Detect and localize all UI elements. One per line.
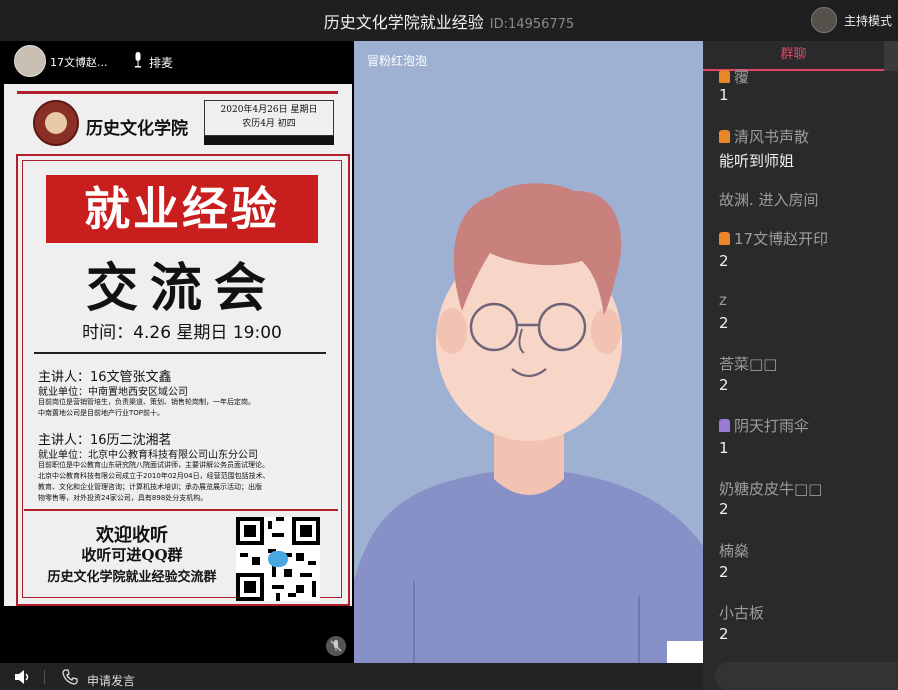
- host-avatar: [810, 7, 837, 33]
- poster-divider: [34, 352, 326, 354]
- tab-side[interactable]: [884, 41, 898, 71]
- chat-message-text: 2: [719, 500, 729, 518]
- speaker1-desc: 中南置地公司是目前地产行业TOP前十。: [38, 409, 165, 417]
- chat-sender-name: 䨱: [734, 68, 750, 86]
- speaker-panel: 17文博赵... 排麦 历史文化学院 2020年4月26日 星期日 农历4月 初…: [0, 41, 354, 663]
- chat-sender-name: 荅菜□□: [719, 355, 778, 373]
- chat-message-sender: 小古板: [719, 602, 764, 623]
- chat-message-sender: 楠燊: [719, 540, 749, 561]
- chat-sender-name: 奶糖皮皮牛□□: [719, 480, 823, 498]
- poster-bottom-divider: [24, 509, 338, 511]
- chat-message-sender: z: [719, 291, 727, 309]
- school-seal-icon: [33, 100, 79, 146]
- chat-message-sender: 清风书声散: [719, 126, 809, 147]
- mic-muted-icon[interactable]: [326, 636, 346, 656]
- chat-sender-name: 阴天打雨伞: [734, 417, 810, 435]
- chat-message-sender: 奶糖皮皮牛□□: [719, 478, 822, 499]
- chat-message-text: 能听到师姐: [719, 152, 795, 170]
- chat-sender-name: 故渊. 进入房间: [719, 191, 819, 209]
- poster-group-name: 历史文化学院就业经验交流群: [47, 570, 217, 585]
- poster-qq-note: 收听可进QQ群: [81, 546, 183, 564]
- host-mode-label: 主持模式: [843, 13, 892, 28]
- room-id: ID:14956775: [489, 17, 575, 32]
- host-mode-button[interactable]: 主持模式: [810, 7, 892, 33]
- user-badge-icon: [719, 70, 730, 83]
- speaker2-desc: 目前职位是中公教育山东研究院八院面试讲师，主要讲解公务员面试理论。: [38, 461, 269, 469]
- user-avatar-illustration: [354, 183, 703, 663]
- speaker-bar: 17文博赵... 排麦: [0, 41, 354, 82]
- chat-message-sender: 故渊. 进入房间: [719, 189, 819, 210]
- speaker2-unit: 就业单位：北京中公教育科技有限公司山东分公司: [38, 450, 258, 461]
- speaker2-desc: 物零售等，对外投资24家公司，具有898处分支机构。: [38, 494, 208, 502]
- chat-message-sender: 阴天打雨伞: [719, 415, 809, 436]
- speaker2-desc: 教育、文化和企业管理咨询；计算机技术培训；承办展览展示活动；出版: [38, 483, 262, 491]
- speaker2-desc: 北京中公教育科技有限公司成立于2010年02月04日，经营范围包括技术、: [38, 472, 270, 480]
- microphone-icon: [135, 52, 141, 68]
- chat-message-text: 2: [719, 625, 729, 643]
- group-chat-panel: 群聊 䨱 1 清风书声散 能听到师姐 故渊. 进入房间 17文博赵开印 2 z 2 荅菜□□ 2 阴天…: [703, 41, 898, 690]
- speaker1-unit: 就业单位：中南置地西安区域公司: [38, 387, 188, 398]
- user-badge-icon: [719, 130, 730, 143]
- user-badge-icon: [719, 232, 730, 245]
- poster-hero-title: 就业经验: [46, 175, 318, 243]
- chat-sender-name: 清风书声散: [734, 128, 810, 146]
- toolbar-divider: [44, 670, 45, 684]
- poster-date: 2020年4月26日 星期日: [220, 105, 318, 115]
- event-poster: 历史文化学院 2020年4月26日 星期日 农历4月 初四 就业经验 交流会 时…: [4, 84, 352, 606]
- poster-date-bar: [204, 136, 334, 145]
- chat-sender-name: 小古板: [719, 604, 765, 622]
- qr-code-icon: [236, 517, 320, 601]
- chat-message-sender: 17文博赵开印: [719, 228, 828, 249]
- bottom-toolbar: 申请发言: [0, 663, 703, 690]
- poster-top-line: [17, 91, 338, 94]
- queue-mic-button[interactable]: 排麦: [149, 54, 173, 71]
- chat-message-sender: 荅菜□□: [719, 353, 777, 374]
- poster-date-box: 2020年4月26日 星期日 农历4月 初四: [204, 100, 334, 136]
- room-name: 历史文化学院就业经验: [323, 13, 484, 32]
- user-badge-icon: [719, 419, 730, 432]
- phone-icon[interactable]: [62, 669, 78, 685]
- poster-school: 历史文化学院: [86, 119, 188, 139]
- chat-message-text: 1: [719, 86, 729, 104]
- apply-to-speak-button[interactable]: 申请发言: [87, 672, 135, 689]
- poster-time: 时间：4.26 星期日 19:00: [82, 323, 282, 343]
- chat-sender-name: 17文博赵开印: [734, 230, 829, 248]
- chat-message-sender: 䨱: [719, 66, 749, 87]
- speaker1-desc: 目前岗位是营销管培生，负责渠道、策划、销售轮岗制，一年后定岗。: [38, 398, 255, 406]
- speaker-volume-icon[interactable]: [14, 670, 32, 684]
- chat-message-text: 2: [719, 314, 729, 332]
- chat-message-text: 1: [719, 439, 729, 457]
- chat-sender-name: z: [719, 291, 727, 309]
- title-bar: 历史文化学院就业经验 ID:14956775 主持模式: [0, 0, 898, 41]
- video-participant-name: 冒粉红泡泡: [367, 54, 428, 68]
- participant-video: 冒粉红泡泡: [354, 41, 703, 663]
- chat-input[interactable]: [715, 662, 898, 690]
- speaker-avatar[interactable]: [14, 45, 46, 77]
- room-title: 历史文化学院就业经验 ID:14956775: [0, 9, 898, 33]
- poster-lunar-date: 农历4月 初四: [242, 119, 296, 129]
- chat-message-text: 2: [719, 252, 729, 270]
- poster-hero-subtitle: 交流会: [85, 259, 278, 319]
- speaker-name: 17文博赵...: [50, 56, 108, 69]
- chat-message-text: 2: [719, 376, 729, 394]
- chat-sender-name: 楠燊: [719, 542, 750, 560]
- chat-message-text: 2: [719, 563, 729, 581]
